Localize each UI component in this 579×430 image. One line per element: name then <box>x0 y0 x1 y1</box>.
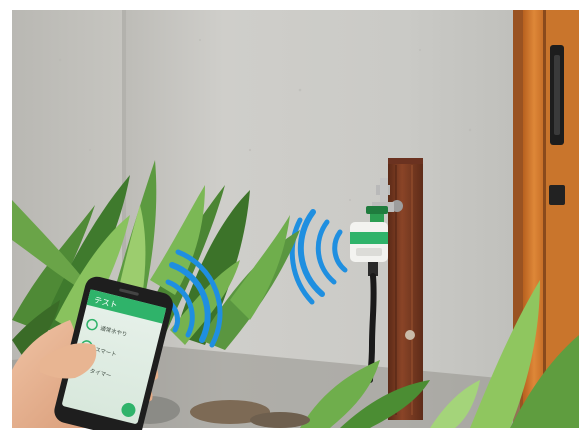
photo-scene: テスト 通常水やり スマート タイマー <box>0 0 579 430</box>
post-bolt <box>405 330 415 340</box>
faucet-post <box>388 158 423 420</box>
door-lock <box>549 185 565 205</box>
